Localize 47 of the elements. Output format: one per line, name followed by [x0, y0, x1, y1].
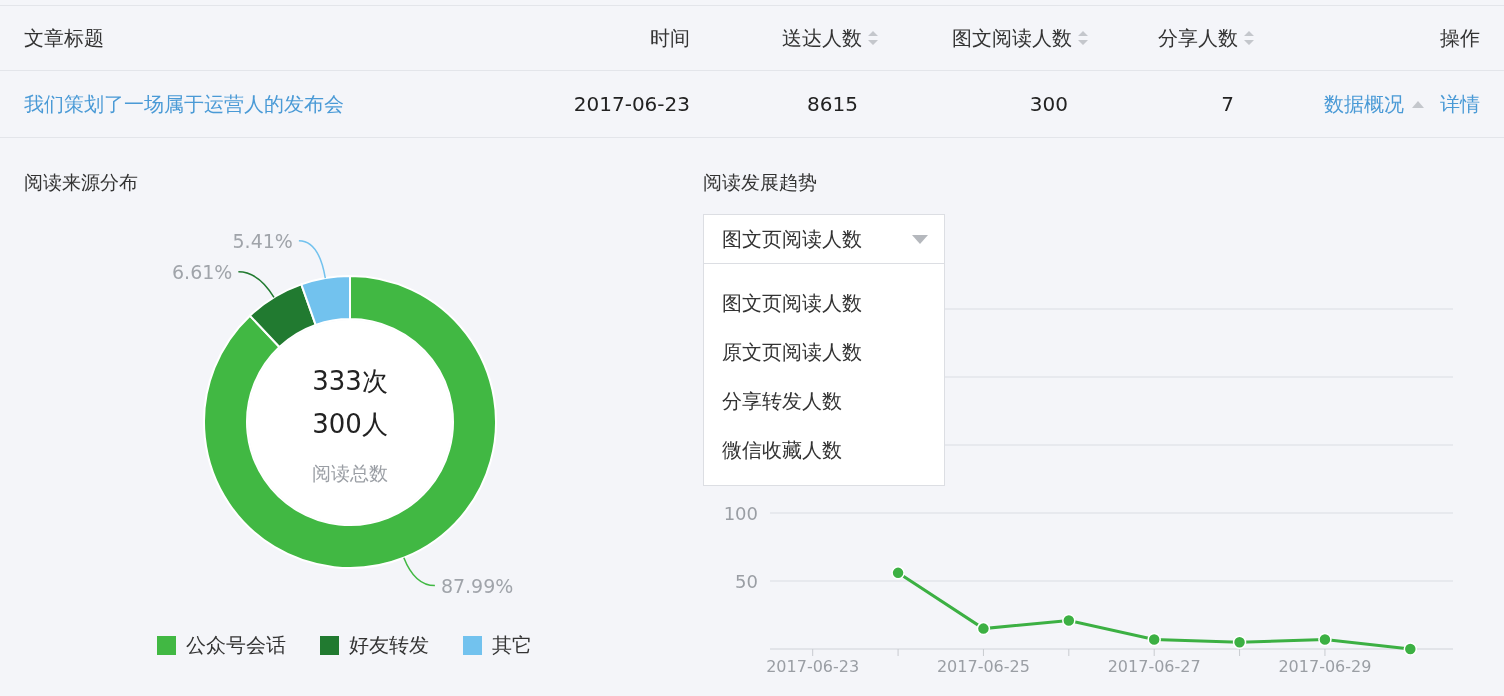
- percent-label: 6.61%: [172, 260, 233, 283]
- section-title: 阅读发展趋势: [703, 171, 817, 193]
- x-axis-label: 2017-06-25: [936, 657, 1030, 676]
- table-cell-text: 300: [1029, 91, 1068, 118]
- leader-line: [237, 271, 275, 299]
- table-cell-text: 2017-06-23: [573, 91, 690, 118]
- sort-icon[interactable]: [1076, 28, 1090, 48]
- legend-label: 好友转发: [349, 632, 429, 659]
- data-point: [1318, 632, 1332, 647]
- data-point: [891, 566, 905, 580]
- column-header: 文章标题: [24, 25, 104, 52]
- dropdown-option[interactable]: 分享转发人数: [704, 376, 944, 425]
- data-point: [1147, 632, 1161, 647]
- data-point: [976, 621, 991, 636]
- caret-up-icon: [1412, 100, 1424, 108]
- sortable-column-header[interactable]: 图文阅读人数: [952, 23, 1090, 53]
- x-axis-label: 2017-06-23: [766, 657, 860, 676]
- dropdown-option[interactable]: 图文页阅读人数: [704, 278, 944, 327]
- column-header: 操作: [1440, 25, 1480, 52]
- x-axis-label: 2017-06-29: [1278, 657, 1372, 676]
- sort-icon[interactable]: [1242, 28, 1256, 48]
- section-title: 阅读来源分布: [24, 171, 138, 193]
- data-point: [1062, 613, 1076, 628]
- legend-label: 其它: [492, 632, 532, 659]
- read-count: 333次: [312, 366, 388, 396]
- table-cell-text: 8615: [807, 91, 858, 118]
- data-point: [1232, 635, 1247, 649]
- metric-select[interactable]: 图文页阅读人数: [703, 214, 945, 264]
- table-cell-text: 7: [1221, 91, 1234, 118]
- total-caption: 阅读总数: [312, 462, 388, 484]
- dropdown-option[interactable]: 原文页阅读人数: [704, 327, 944, 376]
- percent-label: 87.99%: [440, 574, 514, 597]
- sortable-column-header[interactable]: 送达人数: [782, 23, 880, 53]
- y-axis-label: 100: [723, 503, 758, 524]
- leader-line: [298, 239, 327, 279]
- sortable-column-header[interactable]: 分享人数: [1158, 23, 1256, 53]
- leader-line: [403, 556, 436, 587]
- data-point: [1403, 642, 1418, 656]
- reader-count: 300人: [312, 409, 388, 439]
- dropdown-arrow-icon: [912, 234, 928, 244]
- y-axis-label: 50: [735, 571, 758, 592]
- percent-label: 5.41%: [232, 229, 293, 252]
- legend-label: 公众号会话: [186, 632, 286, 659]
- dropdown-option[interactable]: 微信收藏人数: [704, 425, 944, 474]
- x-axis-label: 2017-06-27: [1107, 657, 1201, 676]
- sort-icon[interactable]: [866, 28, 880, 48]
- column-header: 时间: [650, 25, 690, 52]
